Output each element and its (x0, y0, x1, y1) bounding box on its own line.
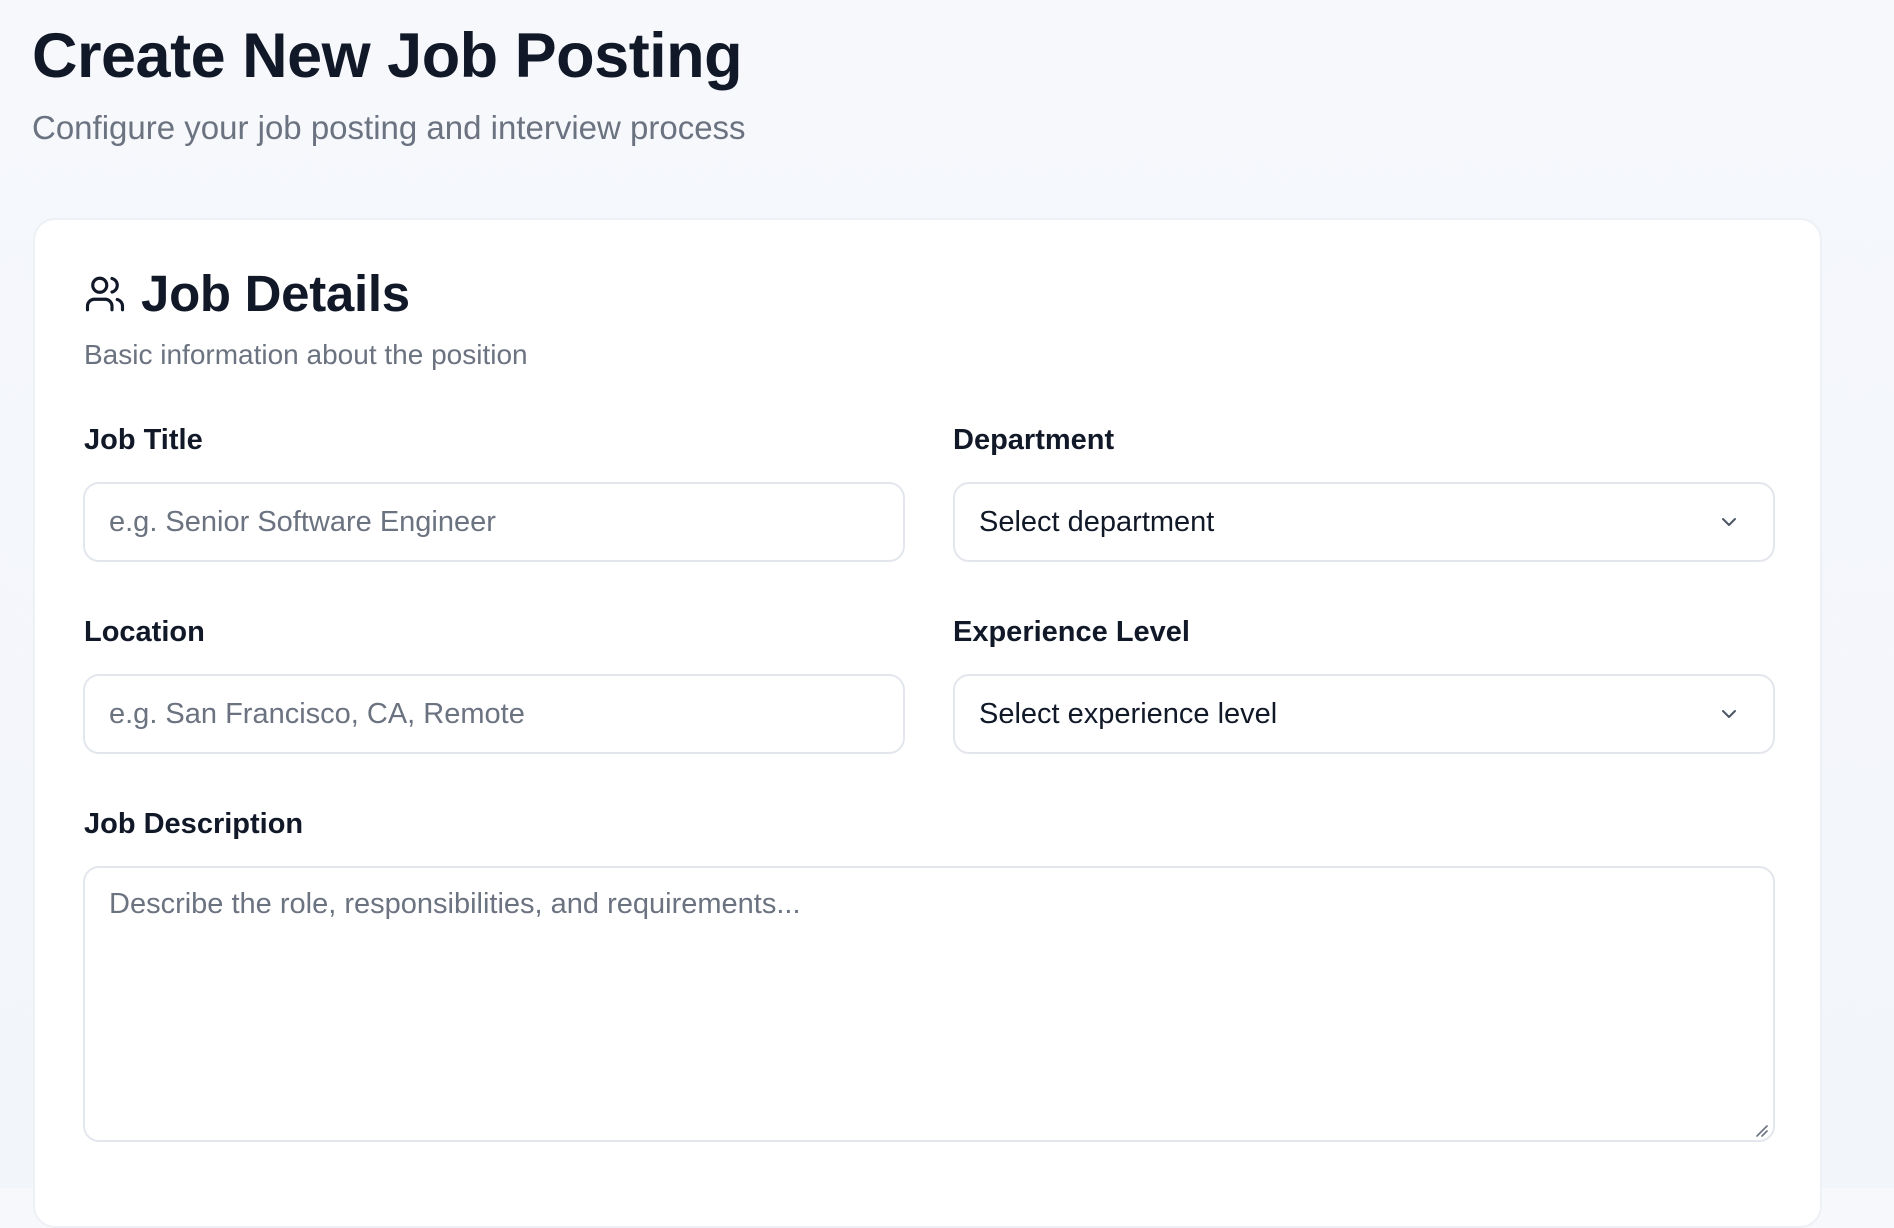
job-description-textarea[interactable] (83, 866, 1775, 1142)
chevron-down-icon (1717, 510, 1741, 534)
location-input[interactable] (83, 674, 905, 754)
experience-level-label: Experience Level (953, 616, 1190, 648)
job-title-input[interactable] (83, 482, 905, 562)
job-description-label: Job Description (84, 808, 304, 840)
job-details-header: Job Details Basic information about the … (84, 264, 528, 372)
experience-level-select[interactable]: Select experience level (953, 674, 1775, 754)
chevron-down-icon (1717, 702, 1741, 726)
job-details-card: Job Details Basic information about the … (33, 218, 1822, 1228)
job-details-title-row: Job Details (84, 264, 528, 324)
experience-level-select-value: Select experience level (979, 697, 1278, 730)
job-details-subtitle: Basic information about the position (84, 339, 528, 370)
users-icon (84, 273, 126, 315)
resize-handle-icon[interactable] (1753, 1122, 1769, 1138)
department-select-value: Select department (979, 505, 1215, 538)
page-subtitle: Configure your job posting and interview… (32, 109, 746, 146)
department-select[interactable]: Select department (953, 482, 1775, 562)
job-details-title: Job Details (141, 265, 410, 322)
location-label: Location (84, 616, 205, 648)
department-label: Department (953, 424, 1115, 456)
page-title: Create New Job Posting (32, 21, 743, 91)
job-title-label: Job Title (84, 424, 203, 456)
page-header: Create New Job Posting Configure your jo… (32, 18, 746, 148)
